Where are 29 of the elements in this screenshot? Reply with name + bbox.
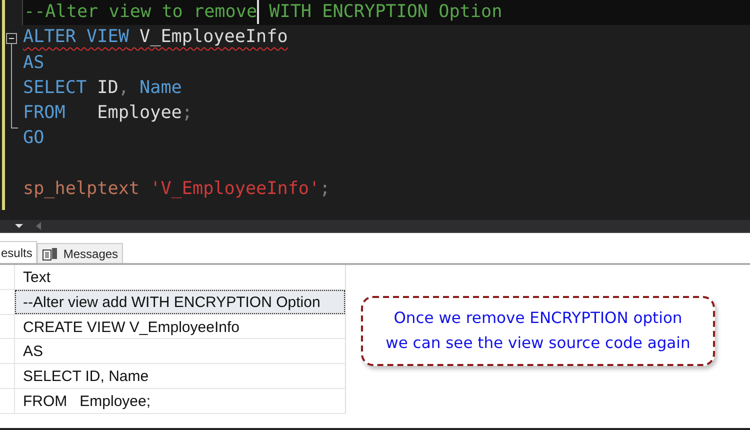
code-token: ; xyxy=(182,103,192,124)
code-token: , xyxy=(118,78,129,98)
results-tab[interactable]: Messages xyxy=(37,243,124,263)
code-token: 'V_EmployeeInfo' xyxy=(149,179,320,200)
code-token: Employee xyxy=(96,103,182,124)
code-token: GO xyxy=(23,128,44,148)
column-header: Text xyxy=(22,268,52,288)
text-cursor xyxy=(257,0,259,24)
code-token: V_EmployeeInfo xyxy=(138,27,288,48)
code-token: --Alter view to remove xyxy=(24,2,258,22)
code-token: sp_helptext xyxy=(23,179,140,200)
table-cell[interactable]: AS xyxy=(15,339,345,364)
code-token: SELECT xyxy=(23,78,87,98)
code-token: ALTER VIEW xyxy=(23,27,129,48)
code-token: Name xyxy=(138,78,182,98)
results-tab[interactable]: esults xyxy=(0,241,38,263)
code-token: AS xyxy=(23,52,44,73)
table-cell[interactable]: --Alter view add WITH ENCRYPTION Option xyxy=(15,290,345,314)
scroll-left-icon[interactable] xyxy=(34,221,42,231)
code-token: WITH ENCRYPTION Option xyxy=(268,2,502,22)
callout-note: Once we remove ENCRYPTION option we can see the view source code again xyxy=(361,296,715,366)
table-cell[interactable]: FROM Employee; xyxy=(15,388,345,413)
code-editor[interactable]: --Alter view to remove WITH ENCRYPTION Option ALTER VIEW V_EmployeeInfo AS SELECT ID, Name FROM Employee; GO sp_helptext 'V_EmployeeInfo'; xyxy=(0,0,750,220)
table-cell[interactable]: CREATE VIEW V_EmployeeInfo xyxy=(15,314,345,338)
code-token: ID xyxy=(96,78,118,98)
table-cell[interactable]: SELECT ID, Name xyxy=(15,364,345,388)
document-icon xyxy=(42,246,58,260)
code-token: ; xyxy=(320,179,330,200)
code-token: FROM xyxy=(23,103,66,124)
